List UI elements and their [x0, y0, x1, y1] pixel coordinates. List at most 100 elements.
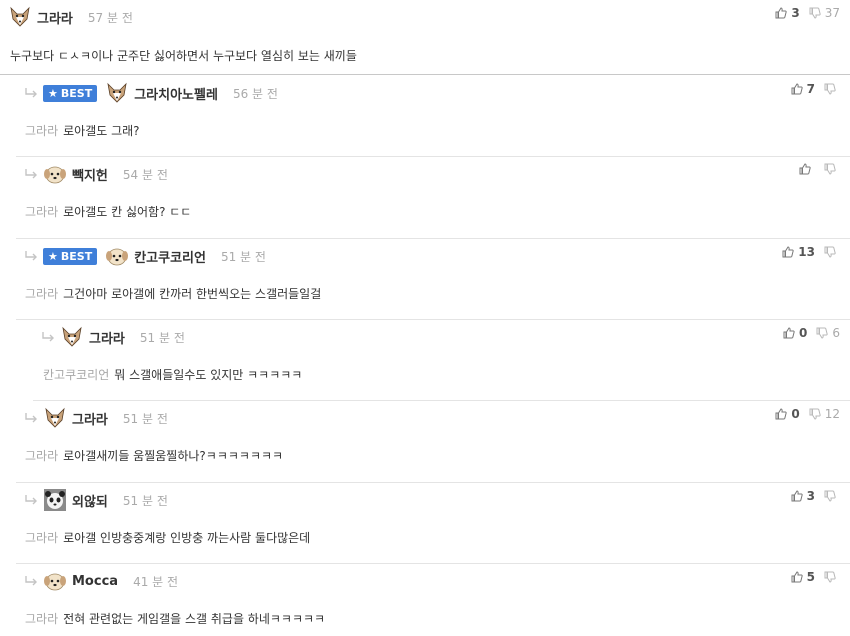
- comment-time: 51 분 전: [122, 493, 168, 508]
- avatar-chihuahua-icon[interactable]: [43, 406, 67, 430]
- downvote-count: 37: [824, 6, 840, 20]
- avatar-puppy-icon[interactable]: [43, 569, 67, 593]
- star-icon: ★: [48, 86, 58, 100]
- upvote-count: 13: [798, 245, 815, 259]
- comment-body: 그라라 로아갤도 칸 싫어함? ㄷㄷ: [25, 203, 191, 220]
- comment-nickname[interactable]: 그라치아노펠레: [134, 84, 218, 103]
- comment-nickname[interactable]: 그라라: [72, 409, 108, 428]
- avatar-puppy-icon[interactable]: [43, 162, 67, 186]
- downvote-button[interactable]: 37: [809, 6, 840, 20]
- downvote-count: 12: [824, 407, 840, 421]
- reply-mention[interactable]: 그라라: [25, 449, 58, 463]
- comment-text: 뭐 스갤애들일수도 있지만 ㅋㅋㅋㅋㅋ: [114, 368, 303, 382]
- comment-header: ★ BEST 칸고쿠코리언 51 분 전: [24, 239, 266, 273]
- comment-time: 51 분 전: [139, 330, 185, 345]
- upvote-button[interactable]: 3: [775, 6, 800, 20]
- downvote-button[interactable]: [824, 246, 840, 258]
- upvote-count: 3: [791, 6, 800, 20]
- thumbs-down-icon: [816, 327, 829, 339]
- comment-body: 그라라 로아갤도 그래?: [25, 122, 140, 139]
- avatar-chihuahua-icon[interactable]: [8, 5, 32, 29]
- comment-text: 로아갤 인방충중계랑 인방충 까는사람 둘다많은데: [63, 531, 311, 545]
- reply-mention[interactable]: 그라라: [25, 124, 58, 138]
- upvote-button[interactable]: 7: [791, 82, 815, 96]
- reply-arrow-icon: [41, 331, 55, 343]
- downvote-button[interactable]: 6: [816, 326, 840, 340]
- comment-time: 54 분 전: [122, 167, 168, 182]
- avatar-puppy-icon[interactable]: [105, 244, 129, 268]
- comment-header: ★ BEST 그라치아노펠레 56 분 전: [24, 76, 278, 110]
- reply-arrow-icon: [24, 87, 38, 99]
- best-label: BEST: [60, 86, 93, 100]
- thumbs-down-icon: [824, 83, 836, 95]
- thumbs-down-icon: [809, 408, 821, 420]
- comment-text: 그건아마 로아갤에 칸까러 한번씩오는 스갤러들일걸: [63, 287, 322, 301]
- vote-area: 13: [773, 245, 840, 259]
- upvote-button[interactable]: 5: [791, 570, 815, 584]
- upvote-count: 7: [806, 82, 815, 96]
- downvote-button[interactable]: [824, 83, 840, 95]
- comment-time: 41 분 전: [133, 574, 179, 589]
- reply-arrow-icon: [24, 412, 38, 424]
- thumbs-up-icon: [775, 408, 788, 420]
- avatar-chihuahua-icon[interactable]: [105, 81, 129, 105]
- comment-nickname[interactable]: Mocca: [72, 574, 118, 589]
- downvote-button[interactable]: [824, 571, 840, 583]
- comment-time: 57 분 전: [87, 10, 133, 25]
- reply-arrow-icon: [24, 250, 38, 262]
- reply-mention[interactable]: 칸고쿠코리언: [43, 368, 109, 382]
- best-badge: ★ BEST: [43, 84, 98, 102]
- best-badge: ★ BEST: [43, 247, 98, 265]
- upvote-count: 0: [799, 326, 808, 340]
- upvote-count: 3: [806, 489, 815, 503]
- reply-mention[interactable]: 그라라: [25, 287, 58, 301]
- reply-arrow-icon: [24, 575, 38, 587]
- upvote-button[interactable]: 0: [775, 407, 800, 421]
- comment-body: 누구보다 ㄷㅅㅋ이나 군주단 싫어하면서 누구보다 열심히 보는 새끼들: [10, 47, 357, 64]
- reply-mention[interactable]: 그라라: [25, 612, 58, 626]
- thumbs-down-icon: [824, 163, 836, 175]
- comment-text: 로아갤도 그래?: [63, 124, 140, 138]
- vote-area: [790, 163, 840, 175]
- comment-time: 51 분 전: [220, 249, 266, 264]
- downvote-button[interactable]: 12: [809, 407, 840, 421]
- star-icon: ★: [48, 249, 58, 263]
- vote-area: 0 6: [774, 326, 840, 340]
- reply-mention[interactable]: 그라라: [25, 531, 58, 545]
- downvote-button[interactable]: [824, 490, 840, 502]
- best-label: BEST: [60, 249, 93, 263]
- comment-text: 로아갤새끼들 움찔움찔하나?ㅋㅋㅋㅋㅋㅋㅋ: [63, 449, 284, 463]
- thumbs-up-icon: [799, 163, 811, 175]
- vote-area: 7: [782, 82, 840, 96]
- reply-item: 빽지헌 54 분 전 그라라 로아갤도 칸 싫어함? ㄷㄷ: [16, 157, 850, 239]
- reply-item: Mocca 41 분 전 5 그라라 전혀 관련없는 게임갤을 스갤 취급을 하네…: [16, 564, 850, 636]
- comment-header: 빽지헌 54 분 전: [24, 157, 168, 191]
- comment-nickname[interactable]: 외않되: [72, 491, 108, 510]
- comment-header: 그라라 51 분 전: [24, 401, 168, 435]
- vote-area: 3 37: [766, 6, 840, 20]
- downvote-button[interactable]: [824, 163, 840, 175]
- comment-body: 그라라 로아갤새끼들 움찔움찔하나?ㅋㅋㅋㅋㅋㅋㅋ: [25, 447, 283, 464]
- upvote-button[interactable]: 3: [791, 489, 815, 503]
- comment-header: 그라라 57 분 전: [8, 0, 133, 34]
- thumbs-up-icon: [791, 83, 803, 95]
- thumbs-up-icon: [782, 246, 794, 258]
- comment-nickname[interactable]: 그라라: [37, 8, 73, 27]
- avatar-chihuahua-icon[interactable]: [60, 325, 84, 349]
- vote-area: 3: [782, 489, 840, 503]
- upvote-count: 0: [791, 407, 800, 421]
- comment-nickname[interactable]: 칸고쿠코리언: [134, 247, 206, 266]
- comment-nickname[interactable]: 그라라: [89, 328, 125, 347]
- upvote-button[interactable]: [799, 163, 815, 175]
- reply-mention[interactable]: 그라라: [25, 205, 58, 219]
- comment-nickname[interactable]: 빽지헌: [72, 165, 108, 184]
- upvote-button[interactable]: 0: [783, 326, 807, 340]
- comment-body: 그라라 그건아마 로아갤에 칸까러 한번씩오는 스갤러들일걸: [25, 285, 321, 302]
- thumbs-up-icon: [791, 490, 803, 502]
- upvote-button[interactable]: 13: [782, 245, 815, 259]
- avatar-panda-icon[interactable]: [43, 488, 67, 512]
- reply-arrow-icon: [24, 494, 38, 506]
- comment-body: 그라라 로아갤 인방충중계랑 인방충 까는사람 둘다많은데: [25, 529, 310, 546]
- vote-area: 5: [782, 570, 840, 584]
- comment-header: Mocca 41 분 전: [24, 564, 178, 598]
